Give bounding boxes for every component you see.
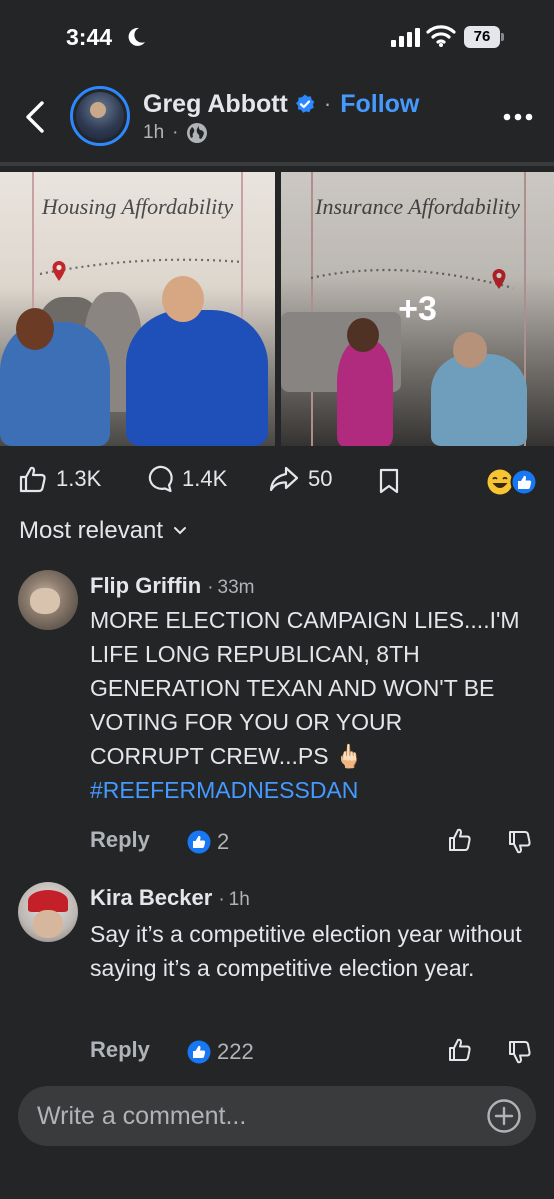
comment-reaction-summary[interactable]: 2	[187, 829, 229, 855]
comment-text: MORE ELECTION CAMPAIGN LIES....I'M LIFE …	[90, 607, 520, 769]
more-options-icon[interactable]	[503, 112, 533, 122]
author-avatar-image	[76, 92, 124, 140]
post-header: Greg Abbott · Follow 1h ·	[0, 70, 554, 162]
like-action[interactable]: 1.3K	[18, 464, 101, 494]
battery-indicator: 76	[464, 26, 504, 48]
reply-button[interactable]: Reply	[90, 1037, 150, 1063]
like-count: 1.3K	[56, 466, 102, 491]
status-time: 3:44	[66, 24, 113, 50]
comment-action[interactable]: 1.4K	[144, 464, 227, 494]
wifi-icon	[426, 25, 456, 47]
avatar-red-cap	[28, 890, 68, 912]
comment-text-block: MORE ELECTION CAMPAIGN LIES....I'M LIFE …	[90, 603, 520, 807]
author-name[interactable]: Greg Abbott	[143, 90, 288, 119]
name-follow-separator: ·	[323, 91, 332, 116]
battery-tip	[501, 33, 504, 41]
reply-button[interactable]: Reply	[90, 827, 150, 853]
comment-sort-dropdown[interactable]: Most relevant	[19, 517, 187, 545]
author-avatar[interactable]	[70, 86, 130, 146]
chevron-down-icon	[174, 527, 187, 535]
header-divider	[0, 162, 554, 166]
comment-actions: Reply 222	[90, 1037, 540, 1067]
back-arrow-icon[interactable]	[24, 100, 46, 134]
hashtag-link[interactable]: #REEFERMADNESSDAN	[90, 773, 520, 807]
share-arrow-icon	[269, 466, 299, 492]
thumbs-up-icon	[19, 466, 46, 493]
downvote-icon[interactable]	[508, 1039, 532, 1065]
avatar-face	[30, 588, 60, 614]
author-row: Greg Abbott · Follow	[143, 88, 419, 120]
photo-woman-figure	[0, 322, 110, 446]
comment-header: Kira Becker · 1h	[90, 885, 250, 911]
meta-separator: ·	[172, 122, 179, 143]
comment-item: Kira Becker · 1h Say it’s a competitive …	[0, 877, 554, 1077]
comment-time-separator: ·	[218, 889, 225, 910]
dotted-route-graphic	[39, 258, 243, 276]
more-photos-count[interactable]: +3	[281, 290, 554, 329]
reaction-bar: 1.3K 1.4K 50	[0, 458, 554, 502]
status-bar: 3:44 76	[0, 0, 554, 70]
share-action[interactable]: 50	[268, 464, 332, 494]
reaction-emojis-icon[interactable]	[486, 468, 542, 496]
upvote-icon[interactable]	[448, 827, 472, 853]
post-time[interactable]: 1h	[143, 122, 164, 144]
battery-level: 76	[464, 26, 500, 48]
comment-time-separator: ·	[207, 577, 214, 598]
comment-actions: Reply 2	[90, 827, 540, 857]
comment-like-count: 2	[217, 829, 230, 854]
bookmark-icon[interactable]	[378, 468, 400, 494]
follow-button[interactable]: Follow	[340, 90, 419, 119]
add-attachment-icon[interactable]	[486, 1098, 522, 1134]
comment-count: 1.4K	[182, 466, 228, 491]
avatar-face	[33, 910, 63, 938]
globe-icon[interactable]	[186, 122, 208, 144]
like-badge-icon	[187, 1040, 211, 1064]
comment-text: Say it’s a competitive election year wit…	[90, 921, 522, 981]
verified-badge-icon	[295, 94, 315, 113]
upvote-icon[interactable]	[448, 1037, 472, 1063]
comment-like-count: 222	[217, 1039, 254, 1064]
post-meta: 1h ·	[143, 122, 208, 144]
post-photo-insurance[interactable]: Insurance Affordability +3	[281, 172, 554, 446]
comment-time: 33m	[217, 577, 255, 598]
downvote-icon[interactable]	[508, 829, 532, 855]
comment-time: 1h	[228, 889, 250, 910]
photo-woman-head	[16, 308, 54, 350]
map-pin-icon	[52, 261, 66, 281]
comment-item: Flip Griffin · 33m MORE ELECTION CAMPAIG…	[0, 565, 554, 865]
comment-header: Flip Griffin · 33m	[90, 573, 255, 599]
sort-label: Most relevant	[19, 517, 164, 544]
comment-reaction-summary[interactable]: 222	[187, 1039, 254, 1065]
comment-input[interactable]	[37, 1086, 477, 1146]
moon-icon	[128, 27, 145, 46]
comment-bubble-icon	[148, 465, 173, 493]
photo-man-head	[162, 276, 204, 322]
commenter-avatar[interactable]	[18, 570, 78, 630]
post-photo-housing[interactable]: Housing Affordability	[0, 172, 275, 446]
comment-composer	[18, 1086, 536, 1146]
commenter-name[interactable]: Kira Becker	[90, 885, 212, 911]
like-badge-icon	[187, 830, 211, 854]
commenter-avatar[interactable]	[18, 882, 78, 942]
share-count: 50	[308, 466, 333, 491]
commenter-name[interactable]: Flip Griffin	[90, 573, 201, 599]
photo-man-in-blue-jacket	[126, 310, 268, 446]
photo-caption: Housing Affordability	[41, 194, 234, 219]
cellular-signal-icon	[391, 28, 420, 47]
